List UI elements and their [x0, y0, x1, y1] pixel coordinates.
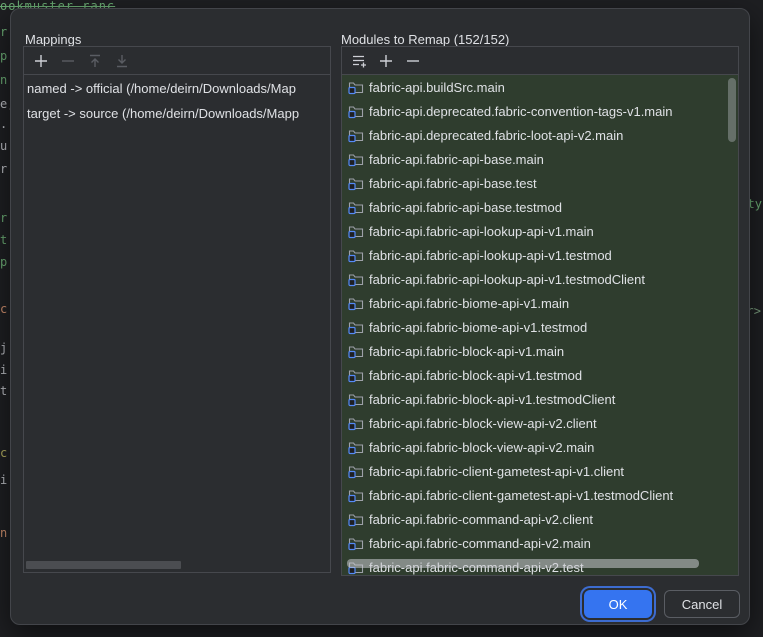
background-code-fragment: r [0, 163, 10, 175]
add-module-icon[interactable] [377, 52, 394, 69]
module-icon [348, 415, 364, 431]
horizontal-scrollbar-thumb[interactable] [26, 561, 181, 569]
module-row[interactable]: fabric-api.fabric-biome-api-v1.main [342, 291, 738, 315]
module-label: fabric-api.deprecated.fabric-convention-… [369, 104, 673, 119]
module-row[interactable]: fabric-api.buildSrc.main [342, 75, 738, 99]
module-label: fabric-api.fabric-block-view-api-v2.main [369, 440, 594, 455]
module-label: fabric-api.fabric-biome-api-v1.main [369, 296, 569, 311]
background-code-fragment: n [0, 527, 10, 539]
module-row[interactable]: fabric-api.fabric-api-lookup-api-v1.main [342, 219, 738, 243]
module-row[interactable]: fabric-api.fabric-client-gametest-api-v1… [342, 483, 738, 507]
module-row[interactable]: fabric-api.fabric-block-view-api-v2.clie… [342, 411, 738, 435]
background-code-fragment: c [0, 303, 10, 315]
module-label: fabric-api.fabric-biome-api-v1.testmod [369, 320, 587, 335]
module-icon [348, 127, 364, 143]
module-label: fabric-api.fabric-api-lookup-api-v1.main [369, 224, 594, 239]
background-code-fragment: j [0, 342, 10, 354]
background-code-fragment: c [0, 447, 10, 459]
module-icon [348, 463, 364, 479]
module-row[interactable]: fabric-api.fabric-command-api-v2.client [342, 507, 738, 531]
module-icon [348, 271, 364, 287]
module-label: fabric-api.fabric-command-api-v2.client [369, 512, 593, 527]
module-icon [348, 391, 364, 407]
module-row[interactable]: fabric-api.fabric-block-api-v1.main [342, 339, 738, 363]
module-icon [348, 151, 364, 167]
module-icon [348, 319, 364, 335]
module-label: fabric-api.fabric-block-api-v1.testmod [369, 368, 582, 383]
add-mapping-icon[interactable] [32, 52, 49, 69]
module-icon [348, 439, 364, 455]
background-code-fragment: t [0, 385, 10, 397]
module-icon [348, 199, 364, 215]
modules-toolbar [342, 47, 738, 75]
move-up-icon [86, 52, 103, 69]
module-row[interactable]: fabric-api.fabric-api-base.testmod [342, 195, 738, 219]
background-code-fragment: . [0, 118, 10, 130]
module-row[interactable]: fabric-api.fabric-api-base.test [342, 171, 738, 195]
mapping-row[interactable]: target -> source (/home/deirn/Downloads/… [24, 101, 330, 126]
module-label: fabric-api.fabric-block-view-api-v2.clie… [369, 416, 597, 431]
remove-mapping-icon [59, 52, 76, 69]
background-code-fragment: u [0, 140, 10, 152]
module-row[interactable]: fabric-api.deprecated.fabric-loot-api-v2… [342, 123, 738, 147]
module-label: fabric-api.fabric-block-api-v1.main [369, 344, 564, 359]
background-code-fragment: p [0, 50, 10, 62]
module-icon [348, 487, 364, 503]
module-icon [348, 343, 364, 359]
module-icon [348, 103, 364, 119]
module-row[interactable]: fabric-api.deprecated.fabric-convention-… [342, 99, 738, 123]
module-row[interactable]: fabric-api.fabric-api-lookup-api-v1.test… [342, 267, 738, 291]
mappings-panel: named -> official (/home/deirn/Downloads… [23, 46, 331, 573]
module-label: fabric-api.fabric-api-lookup-api-v1.test… [369, 248, 612, 263]
background-code-fragment: p [0, 256, 10, 268]
module-row[interactable]: fabric-api.fabric-block-view-api-v2.main [342, 435, 738, 459]
ok-button[interactable]: OK [584, 590, 652, 618]
background-code-fragment: e, [0, 98, 10, 110]
horizontal-scrollbar-thumb[interactable] [347, 559, 699, 568]
module-icon [348, 79, 364, 95]
background-code-fragment: i [0, 364, 10, 376]
background-code-fragment: n [0, 74, 10, 86]
add-all-icon[interactable] [350, 52, 367, 69]
mappings-list: named -> official (/home/deirn/Downloads… [24, 76, 330, 126]
module-icon [348, 175, 364, 191]
module-label: fabric-api.fabric-client-gametest-api-v1… [369, 464, 624, 479]
module-label: fabric-api.fabric-api-base.main [369, 152, 544, 167]
module-label: fabric-api.fabric-api-base.testmod [369, 200, 562, 215]
module-icon [348, 535, 364, 551]
mappings-toolbar [24, 47, 330, 75]
module-label: fabric-api.fabric-client-gametest-api-v1… [369, 488, 673, 503]
module-icon [348, 247, 364, 263]
module-label: fabric-api.fabric-command-api-v2.main [369, 536, 591, 551]
module-label: fabric-api.fabric-api-base.test [369, 176, 537, 191]
module-row[interactable]: fabric-api.fabric-block-api-v1.testmodCl… [342, 387, 738, 411]
mapping-row[interactable]: named -> official (/home/deirn/Downloads… [24, 76, 330, 101]
module-row[interactable]: fabric-api.fabric-command-api-v2.main [342, 531, 738, 555]
background-code-fragment: r [0, 26, 10, 38]
module-label: fabric-api.deprecated.fabric-loot-api-v2… [369, 128, 623, 143]
modules-panel: fabric-api.buildSrc.main fabric-api.depre… [341, 46, 739, 576]
module-row[interactable]: fabric-api.fabric-biome-api-v1.testmod [342, 315, 738, 339]
background-code-fragment: r [0, 212, 10, 224]
modules-list: fabric-api.buildSrc.main fabric-api.depre… [342, 75, 738, 575]
module-row[interactable]: fabric-api.fabric-client-gametest-api-v1… [342, 459, 738, 483]
module-icon [348, 223, 364, 239]
remove-module-icon[interactable] [404, 52, 421, 69]
module-row[interactable]: fabric-api.fabric-api-base.main [342, 147, 738, 171]
cancel-button[interactable]: Cancel [664, 590, 740, 618]
module-icon [348, 511, 364, 527]
module-row[interactable]: fabric-api.fabric-block-api-v1.testmod [342, 363, 738, 387]
module-label: fabric-api.fabric-api-lookup-api-v1.test… [369, 272, 645, 287]
module-row[interactable]: fabric-api.fabric-api-lookup-api-v1.test… [342, 243, 738, 267]
module-icon [348, 295, 364, 311]
module-icon [348, 367, 364, 383]
background-code-fragment: i [0, 474, 10, 486]
module-label: fabric-api.buildSrc.main [369, 80, 505, 95]
background-code-fragment: t [0, 234, 10, 246]
move-down-icon [113, 52, 130, 69]
remap-dialog: Mappings Modules to Remap (152/152) name… [10, 8, 750, 625]
vertical-scrollbar-thumb[interactable] [728, 78, 736, 142]
module-label: fabric-api.fabric-block-api-v1.testmodCl… [369, 392, 615, 407]
